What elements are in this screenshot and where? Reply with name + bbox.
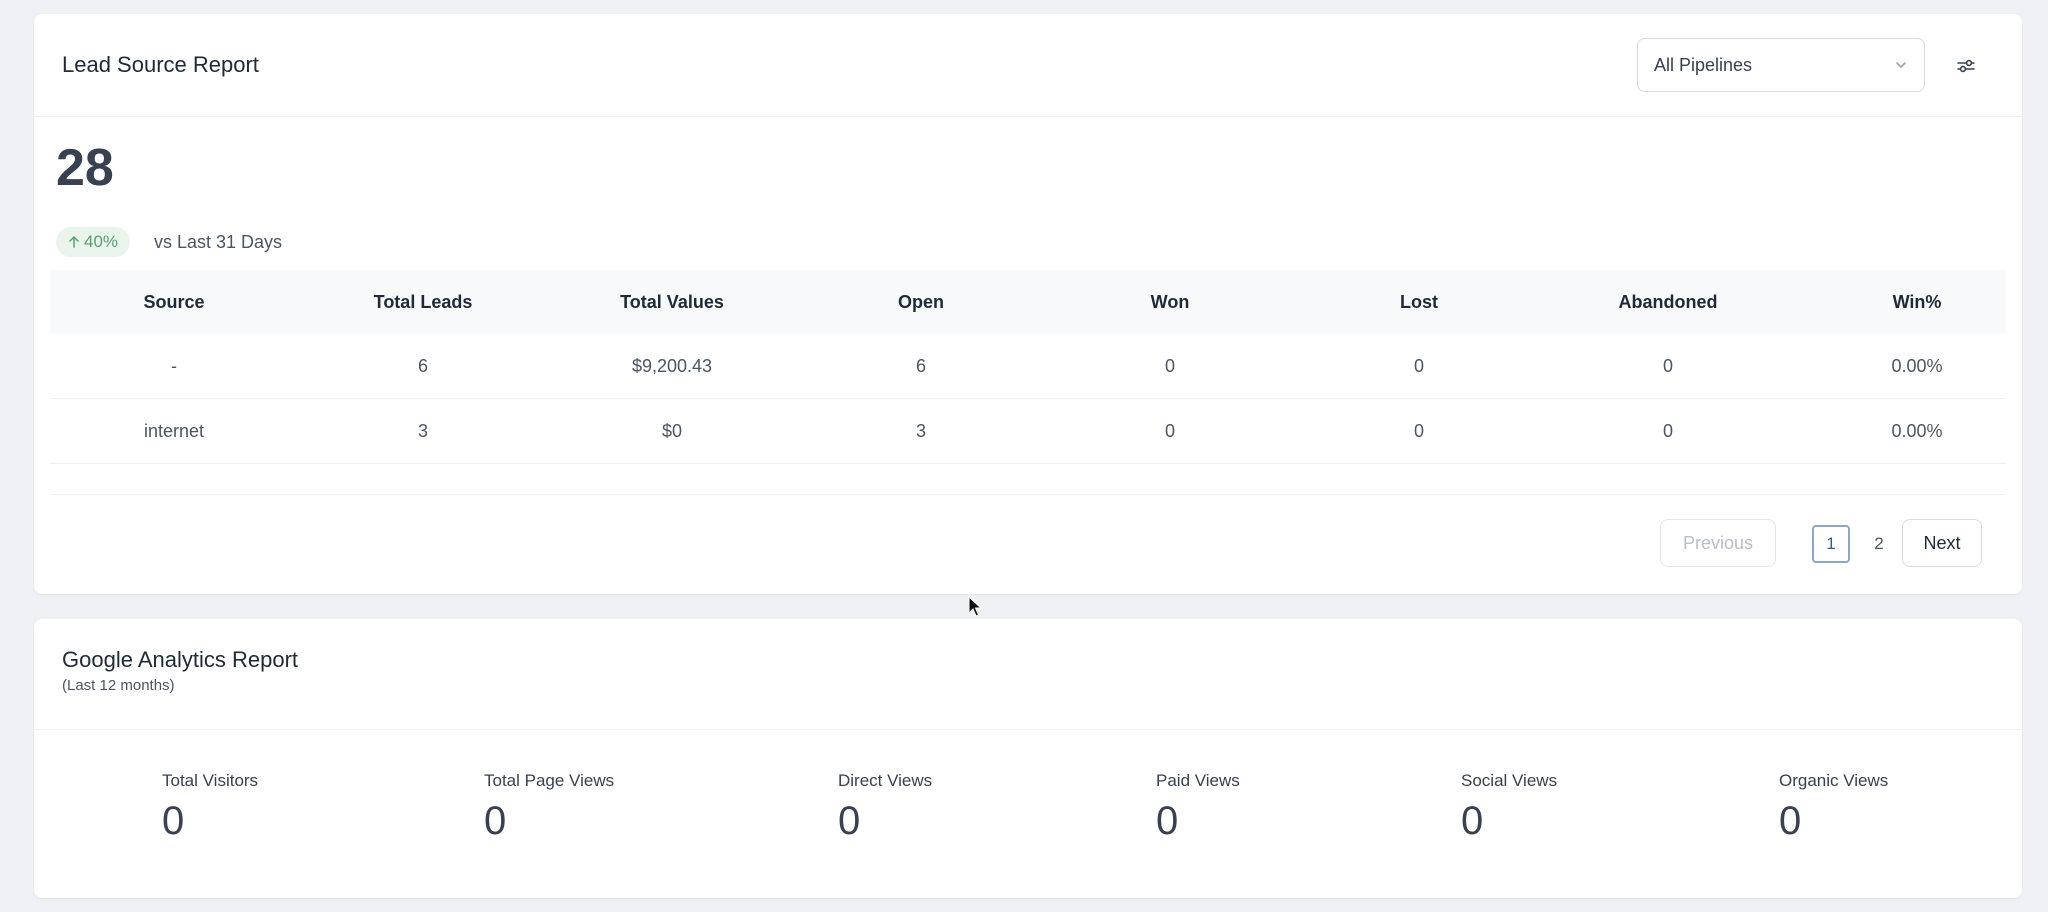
column-header-lost: Lost [1400,291,1438,312]
table-cell: - [171,355,177,376]
metric-value: 0 [1156,799,1179,843]
table-cell: $9,200.43 [631,355,713,376]
chevron-down-icon [1896,62,1906,68]
trend-comparison-text: vs Last 31 Days [154,232,283,252]
table-cell: 3 [915,420,926,441]
lead-table-header: Source Total Leads Total Values Open Won… [50,270,2006,334]
total-leads-number: 28 [56,139,114,197]
table-cell: 0 [1164,355,1175,376]
metric-organic-views: Organic Views 0 [1779,771,1888,841]
trend-percent: 40% [84,232,119,251]
column-header-total-leads: Total Leads [373,291,473,312]
table-cell: 0 [1164,420,1175,441]
table-footer-divider [50,494,2006,495]
table-cell: internet [143,420,205,441]
lead-report-header: Lead Source Report All Pipelines [34,14,2022,117]
previous-page-button[interactable]: Previous [1660,519,1776,567]
metric-direct-views: Direct Views 0 [838,771,932,841]
metric-total-page-views: Total Page Views 0 [484,771,614,841]
metric-value: 0 [162,799,185,843]
pipeline-select-value: All Pipelines [1654,54,1753,75]
table-cell: 0.00% [1891,420,1943,441]
table-cell: 6 [417,355,428,376]
metric-label: Direct Views [838,771,933,790]
table-cell: 0 [1662,355,1673,376]
page-2-button[interactable]: 2 [1860,525,1898,563]
table-cell: $0 [661,420,683,441]
column-header-won: Won [1150,291,1190,312]
filter-settings-button[interactable] [1952,52,1980,80]
column-header-total-values: Total Values [620,291,724,312]
column-header-source: Source [143,291,205,312]
sliders-icon [1957,59,1975,73]
table-cell: 3 [417,420,428,441]
page-1-button[interactable]: 1 [1812,525,1850,563]
metric-value: 0 [838,799,861,843]
lead-source-report-card: Lead Source Report All Pipelines 28 40% … [34,14,2022,594]
table-cell: 0 [1413,355,1424,376]
pipeline-select[interactable]: All Pipelines [1637,38,1925,92]
metric-value: 0 [1779,799,1802,843]
table-cell: 0 [1413,420,1424,441]
metric-label: Paid Views [1156,771,1240,790]
table-row: - 6 $9,200.43 6 0 0 0 0.00% [50,334,2006,399]
metric-paid-views: Paid Views 0 [1156,771,1240,841]
metric-label: Total Visitors [162,771,259,790]
metric-social-views: Social Views 0 [1461,771,1557,841]
table-row: internet 3 $0 3 0 0 0 0.00% [50,399,2006,464]
metric-value: 0 [1461,799,1484,843]
column-header-open: Open [897,291,944,312]
column-header-abandoned: Abandoned [1618,291,1718,312]
table-cell: 0 [1662,420,1673,441]
metric-label: Social Views [1461,771,1558,790]
column-header-win-percent: Win% [1892,291,1942,312]
next-page-button[interactable]: Next [1902,519,1982,567]
metric-value: 0 [484,799,507,843]
table-cell: 6 [915,355,926,376]
ga-header-divider [34,729,2022,730]
arrow-up-icon [69,236,79,248]
metric-label: Total Page Views [484,771,615,790]
trend-badge: 40% [56,227,131,257]
lead-report-title: Lead Source Report [62,52,259,77]
mouse-cursor-icon [968,596,983,617]
ga-report-title: Google Analytics Report [62,647,299,672]
table-cell: 0.00% [1891,355,1943,376]
google-analytics-report-card: Google Analytics Report (Last 12 months)… [34,619,2022,898]
ga-report-subtitle: (Last 12 months) [62,677,175,694]
metric-total-visitors: Total Visitors 0 [162,771,258,841]
metric-label: Organic Views [1779,771,1889,790]
